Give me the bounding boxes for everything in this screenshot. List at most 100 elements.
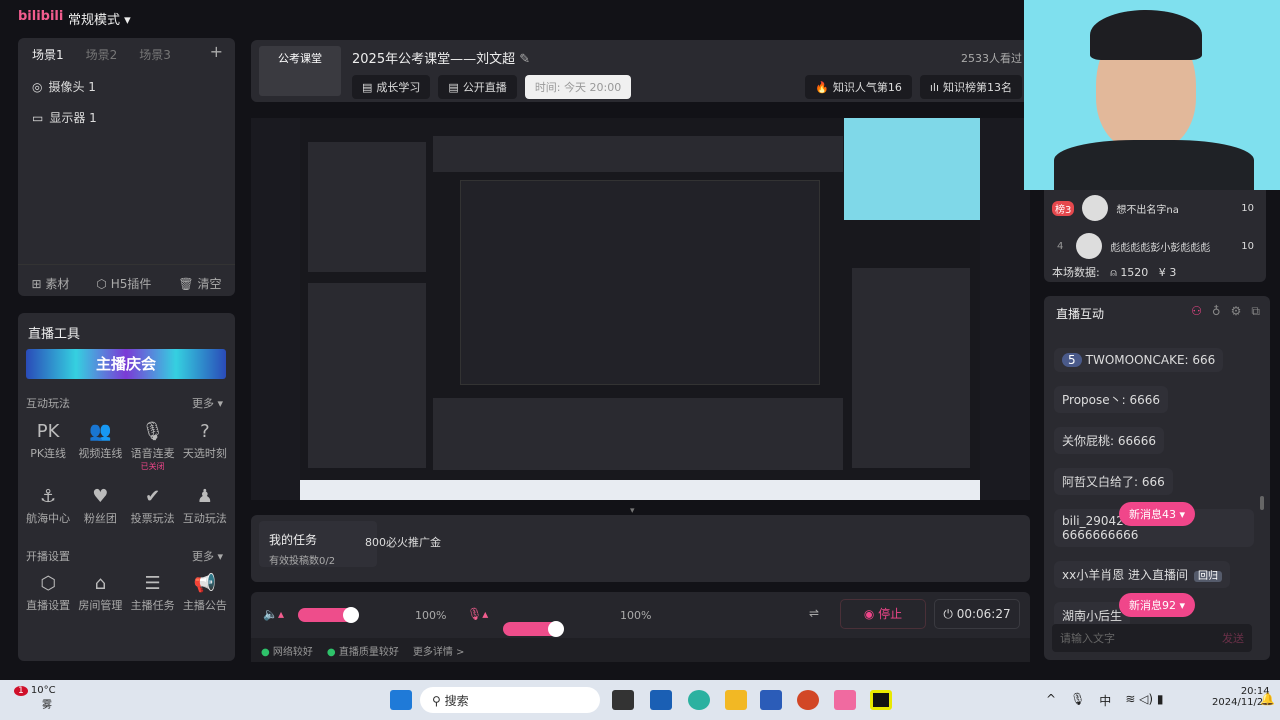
preview-area[interactable]: ▾: [251, 118, 1030, 516]
rank-name: 想不出名字na: [1116, 204, 1179, 216]
stop-button[interactable]: ◉ 停止: [840, 599, 926, 629]
chat-input[interactable]: 请输入文字 发送: [1052, 624, 1252, 652]
mic-volume-slider[interactable]: [503, 621, 564, 637]
tool-0[interactable]: ⬡ 直播设置: [22, 573, 74, 613]
tool-icon: ♥: [92, 486, 109, 507]
section-interactive: 互动玩法: [26, 397, 70, 410]
new-messages-button[interactable]: 新消息43 ▾: [1119, 502, 1196, 526]
edge-icon[interactable]: [688, 690, 710, 710]
visibility-tag[interactable]: ▤ 公开直播: [438, 75, 517, 99]
bilibili-app-icon[interactable]: [834, 690, 856, 710]
task-progress: 有效投稿数0/2: [269, 556, 336, 567]
obs-icon[interactable]: [870, 690, 892, 710]
tools-title: 直播工具: [28, 327, 81, 342]
tool-3[interactable]: 📢 主播公告: [179, 573, 231, 613]
avatar: [1076, 233, 1103, 259]
taskbar-search[interactable]: ⚲ 搜索: [420, 687, 600, 713]
section-settings: 开播设置: [26, 550, 70, 563]
schedule-time[interactable]: 时间: 今天 20:00: [524, 75, 632, 99]
chat-message[interactable]: 关你屁桃: 66666: [1054, 427, 1165, 454]
tools-panel: 直播工具 主播庆会 互动玩法 更多 ▾ PK PK连线 👥 视频连线 🎙 语音连麦 已关闭?…: [18, 313, 235, 661]
mic-request-icon[interactable]: ♁: [1212, 304, 1221, 319]
h5-plugin-button[interactable]: ⬡ H5插件: [96, 275, 151, 296]
rank-position: 4: [1057, 240, 1064, 252]
rank-row[interactable]: 榜3 想不出名字na 10: [1052, 194, 1254, 222]
user-icon[interactable]: ⚇: [1191, 304, 1202, 319]
material-button[interactable]: ⊞ 素材: [32, 275, 70, 296]
tool-5[interactable]: ♥ 粉丝团: [74, 486, 126, 526]
avatar: [1082, 195, 1109, 221]
popout-icon[interactable]: ⧉: [1251, 304, 1260, 319]
notification-icon[interactable]: 🔔: [1260, 692, 1275, 706]
chat-message[interactable]: xx小羊肖恩 进入直播间 回归: [1054, 561, 1231, 588]
send-button[interactable]: 发送: [1222, 630, 1244, 646]
category-tag[interactable]: ▤ 成长学习: [352, 75, 431, 99]
start-icon[interactable]: [390, 690, 412, 710]
banner[interactable]: 主播庆会: [26, 349, 226, 379]
tool-icon: 📢: [193, 573, 217, 594]
source-display[interactable]: ▭ 显示器 1: [32, 109, 97, 126]
task-card[interactable]: 我的任务 有效投稿数0/2: [259, 521, 377, 567]
tool-0[interactable]: PK PK连线: [22, 421, 74, 472]
task-panel: 我的任务 有效投稿数0/2 800必火推广金: [251, 515, 1030, 582]
tool-label: 主播公告: [182, 599, 227, 612]
tool-label: 房间管理: [78, 599, 123, 612]
webcam-overlay: [1024, 0, 1280, 190]
tab-scene-3[interactable]: 场景3: [139, 48, 171, 62]
tool-2[interactable]: 🎙 语音连麦 已关闭: [127, 421, 179, 472]
more-details-link[interactable]: 更多详情 >: [413, 643, 465, 658]
rank-panel: 榜3 想不出名字na 10 4 彪彪彪彪彭小彭彪彪彪 10 本场数据: ⍝ 1520 ¥ …: [1044, 190, 1266, 282]
tool-label: 天选时刻: [182, 447, 227, 460]
more-interactive[interactable]: 更多 ▾: [192, 395, 223, 411]
tool-6[interactable]: ✔ 投票玩法: [127, 486, 179, 526]
speaker-volume-slider[interactable]: [298, 607, 359, 623]
tool-label: 粉丝团: [83, 512, 117, 525]
new-messages-button-2[interactable]: 新消息92 ▾: [1119, 593, 1196, 617]
chat-message[interactable]: Propose丶: 6666: [1054, 386, 1169, 413]
tool-3[interactable]: ? 天选时刻: [179, 421, 231, 472]
tool-1[interactable]: ⌂ 房间管理: [74, 573, 126, 613]
word-icon[interactable]: [760, 690, 782, 710]
network-status: ● 网络较好: [261, 646, 313, 658]
store-icon[interactable]: [650, 690, 672, 710]
powerpoint-icon[interactable]: [797, 690, 819, 710]
mixer-icon[interactable]: ⇌: [809, 606, 819, 620]
return-badge: 回归: [1194, 571, 1223, 582]
mode-dropdown[interactable]: 常规模式 ▾: [68, 9, 131, 28]
camera-icon: ◎: [32, 79, 43, 94]
more-settings[interactable]: 更多 ▾: [192, 548, 223, 564]
rank-row[interactable]: 4 彪彪彪彪彭小彭彪彪彪 10: [1052, 232, 1254, 260]
scrollbar[interactable]: [1260, 496, 1264, 510]
mic-icon[interactable]: 🎙▴: [467, 607, 488, 621]
chat-message[interactable]: 5 TWOMOONCAKE: 666: [1054, 348, 1224, 372]
stream-timer: ⏻ 00:06:27: [934, 599, 1020, 629]
tab-scene-2[interactable]: 场景2: [86, 48, 118, 62]
speaker-icon[interactable]: 🔈▴: [263, 607, 284, 621]
chat-message[interactable]: 阿哲又白给了: 666: [1054, 468, 1173, 495]
scene-panel: 场景1 场景2 场景3 + ◎ 摄像头 1 ▭ 显示器 1 ⊞ 素材 ⬡ H5插件 🗑 …: [18, 38, 235, 296]
weather-widget[interactable]: 1 10°C 雾: [14, 685, 56, 711]
tab-scene-1[interactable]: 场景1: [32, 48, 64, 62]
tool-icon: ♟: [196, 486, 213, 507]
add-scene-button[interactable]: +: [210, 42, 223, 61]
app-icon-1[interactable]: [612, 690, 634, 710]
tool-icon: ☰: [144, 573, 161, 594]
tool-4[interactable]: ⚓ 航海中心: [22, 486, 74, 526]
source-camera[interactable]: ◎ 摄像头 1: [32, 78, 97, 95]
cover-image[interactable]: 公考课堂: [259, 46, 341, 96]
clear-button[interactable]: 🗑 清空: [178, 275, 221, 296]
explorer-icon[interactable]: [725, 690, 747, 710]
system-tray[interactable]: ^ 🎙 中 ≋ ◁) ▮: [1046, 692, 1164, 709]
tool-icon: ✔: [145, 486, 161, 507]
knowledge-rank[interactable]: ılı 知识榜第13名: [919, 75, 1022, 99]
rank-name: 彪彪彪彪彭小彭彪彪彪: [1110, 242, 1211, 254]
tool-7[interactable]: ♟ 互动玩法: [179, 486, 231, 526]
tool-icon: 🎙: [141, 421, 165, 442]
popularity-rank[interactable]: 🔥 知识人气第16: [805, 75, 912, 99]
settings-icon[interactable]: ⚙: [1231, 304, 1242, 319]
edit-icon[interactable]: ✎: [519, 52, 530, 67]
viewers-count: 2533人看过: [961, 52, 1022, 65]
control-bar: 🔈▴ 100% 🎙▴ 100% ⇌ ◉ 停止 ⏻ 00:06:27 ● 网络较好…: [251, 592, 1030, 662]
tool-1[interactable]: 👥 视频连线: [74, 421, 126, 472]
tool-2[interactable]: ☰ 主播任务: [127, 573, 179, 613]
